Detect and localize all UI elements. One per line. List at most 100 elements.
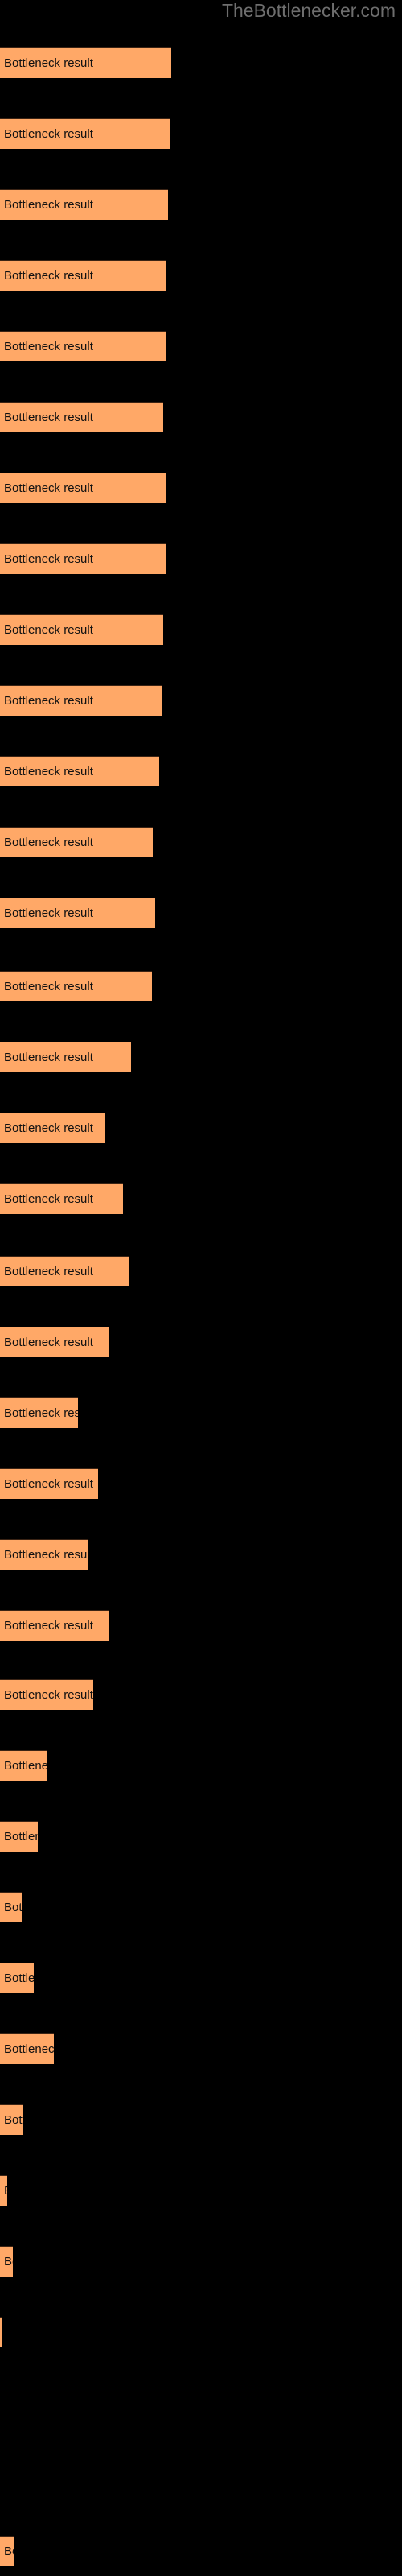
bar-clip: Bottleneck result bbox=[0, 118, 170, 150]
bar-clip: Bottleneck result bbox=[0, 1397, 78, 1429]
bar-row: Bottleneck result bbox=[0, 685, 402, 716]
bar-clip: Bottleneck result bbox=[0, 2175, 7, 2207]
bar-row: Bottleneck result bbox=[0, 971, 402, 1002]
bar-clip: Bottleneck result bbox=[0, 756, 159, 787]
bar-clip: Bottleneck result bbox=[0, 2104, 23, 2136]
bar[interactable] bbox=[0, 1963, 34, 1994]
bar[interactable] bbox=[0, 1397, 78, 1429]
bar[interactable] bbox=[0, 1892, 22, 1923]
bar-row: Bottleneck result bbox=[0, 2536, 402, 2567]
bar-clip: Bottleneck result bbox=[0, 827, 153, 858]
bar-row: Bottleneck result bbox=[0, 1963, 402, 1994]
bar[interactable] bbox=[0, 331, 166, 362]
bar[interactable] bbox=[0, 1539, 88, 1571]
bar[interactable] bbox=[0, 189, 168, 221]
bar[interactable] bbox=[0, 47, 171, 79]
bar-clip: Bottleneck result bbox=[0, 189, 168, 221]
bar-row: Bottleneck result bbox=[0, 1468, 402, 1500]
bar-clip: Bottleneck result bbox=[0, 402, 163, 433]
bar-row: Bottleneck result bbox=[0, 331, 402, 362]
bar[interactable] bbox=[0, 1821, 38, 1852]
bar-clip: Bottleneck result bbox=[0, 685, 162, 716]
bar-row: Bottleneck result bbox=[0, 1750, 402, 1781]
bar-row: Bottleneck result bbox=[0, 402, 402, 433]
bar-row: Bottleneck result bbox=[0, 827, 402, 858]
bar[interactable] bbox=[0, 1750, 47, 1781]
bar[interactable] bbox=[0, 260, 166, 291]
bar[interactable] bbox=[0, 1327, 109, 1358]
bar[interactable] bbox=[0, 1113, 105, 1144]
bar-clip: Bottleneck result bbox=[0, 2246, 13, 2277]
bar-clip: Bottleneck result bbox=[0, 543, 166, 575]
bar-row: Bottleneck result bbox=[0, 2104, 402, 2136]
bar[interactable] bbox=[0, 1610, 109, 1641]
bar-row: Bottleneck result bbox=[0, 1821, 402, 1852]
bar-row: Bottleneck result bbox=[0, 473, 402, 504]
bar-row: Bottleneck result bbox=[0, 1327, 402, 1358]
bar-clip: Bottleneck result bbox=[0, 1183, 123, 1215]
bar-clip: Bottleneck result bbox=[0, 1256, 129, 1287]
bar-row: Bottleneck result bbox=[0, 189, 402, 221]
bar-row: Bottleneck result bbox=[0, 898, 402, 929]
bar-clip: Bottleneck result bbox=[0, 1113, 105, 1144]
bar-clip: Bottleneck result bbox=[0, 2536, 14, 2567]
bar[interactable] bbox=[0, 756, 159, 787]
bar-clip: Bottleneck result bbox=[0, 1750, 47, 1781]
bar[interactable] bbox=[0, 2033, 54, 2065]
bar-clip: Bottleneck result bbox=[0, 971, 152, 1002]
bar[interactable] bbox=[0, 118, 170, 150]
bar-clip: Bottleneck result bbox=[0, 2033, 54, 2065]
bar[interactable] bbox=[0, 1042, 131, 1073]
bar-row: Bottleneck result bbox=[0, 2033, 402, 2065]
bar-row: Bottleneck result bbox=[0, 1892, 402, 1923]
bar-row: Bottleneck result bbox=[0, 1610, 402, 1641]
bar-clip: Bottleneck result bbox=[0, 1327, 109, 1358]
bar[interactable] bbox=[0, 685, 162, 716]
bar-clip: Bottleneck result bbox=[0, 614, 163, 646]
bar-row: Bottleneck result bbox=[0, 2175, 402, 2207]
bar[interactable] bbox=[0, 2317, 2, 2348]
bar[interactable] bbox=[0, 402, 163, 433]
plot-area: Bottleneck result Bottleneck result Bottle… bbox=[0, 0, 402, 2576]
bar-clip: Bottleneck result bbox=[0, 47, 171, 79]
bar[interactable] bbox=[0, 1256, 129, 1287]
bottleneck-bar-chart: TheBottlenecker.com Bottleneck result Bot… bbox=[0, 0, 402, 2576]
bar[interactable] bbox=[0, 2246, 13, 2277]
bar-row: Bottleneck result bbox=[0, 614, 402, 646]
bar-clip: Bottleneck result bbox=[0, 2317, 2, 2348]
bar[interactable] bbox=[0, 971, 152, 1002]
bar-row: Bottleneck result bbox=[0, 1256, 402, 1287]
bar[interactable] bbox=[0, 473, 166, 504]
bar-row: Bottleneck result bbox=[0, 118, 402, 150]
bar-clip: Bottleneck result bbox=[0, 1679, 93, 1711]
bar-clip: Bottleneck result bbox=[0, 1821, 38, 1852]
bar-clip: Bottleneck result bbox=[0, 473, 166, 504]
bar-clip: Bottleneck result bbox=[0, 1539, 88, 1571]
bar-row: Bottleneck result bbox=[0, 1539, 402, 1571]
bar-clip: Bottleneck result bbox=[0, 1610, 109, 1641]
bar-clip: Bottleneck result bbox=[0, 1042, 131, 1073]
bar-row: Bottleneck result bbox=[0, 1042, 402, 1073]
bar-clip: Bottleneck result bbox=[0, 260, 166, 291]
bar[interactable] bbox=[0, 898, 155, 929]
bar[interactable] bbox=[0, 614, 163, 646]
bar[interactable] bbox=[0, 2175, 7, 2207]
bar-row: Bottleneck result bbox=[0, 756, 402, 787]
bar-row: Bottleneck result bbox=[0, 1397, 402, 1429]
bar-row: Bottleneck result bbox=[0, 2246, 402, 2277]
bar-row bbox=[0, 2388, 402, 2419]
bar[interactable] bbox=[0, 543, 166, 575]
bar-clip: Bottleneck result bbox=[0, 1892, 22, 1923]
bar[interactable] bbox=[0, 2536, 14, 2567]
bar[interactable] bbox=[0, 1679, 93, 1711]
bar[interactable] bbox=[0, 827, 153, 858]
bar-clip: Bottleneck result bbox=[0, 1963, 34, 1994]
bar[interactable] bbox=[0, 1468, 98, 1500]
bar-row: Bottleneck result bbox=[0, 47, 402, 79]
bar[interactable] bbox=[0, 1183, 123, 1215]
bar-clip: Bottleneck result bbox=[0, 898, 155, 929]
bar-clip: Bottleneck result bbox=[0, 331, 166, 362]
bar[interactable] bbox=[0, 2104, 23, 2136]
bar-clip: Bottleneck result bbox=[0, 1468, 98, 1500]
bar-row: Bottleneck result bbox=[0, 1679, 402, 1711]
